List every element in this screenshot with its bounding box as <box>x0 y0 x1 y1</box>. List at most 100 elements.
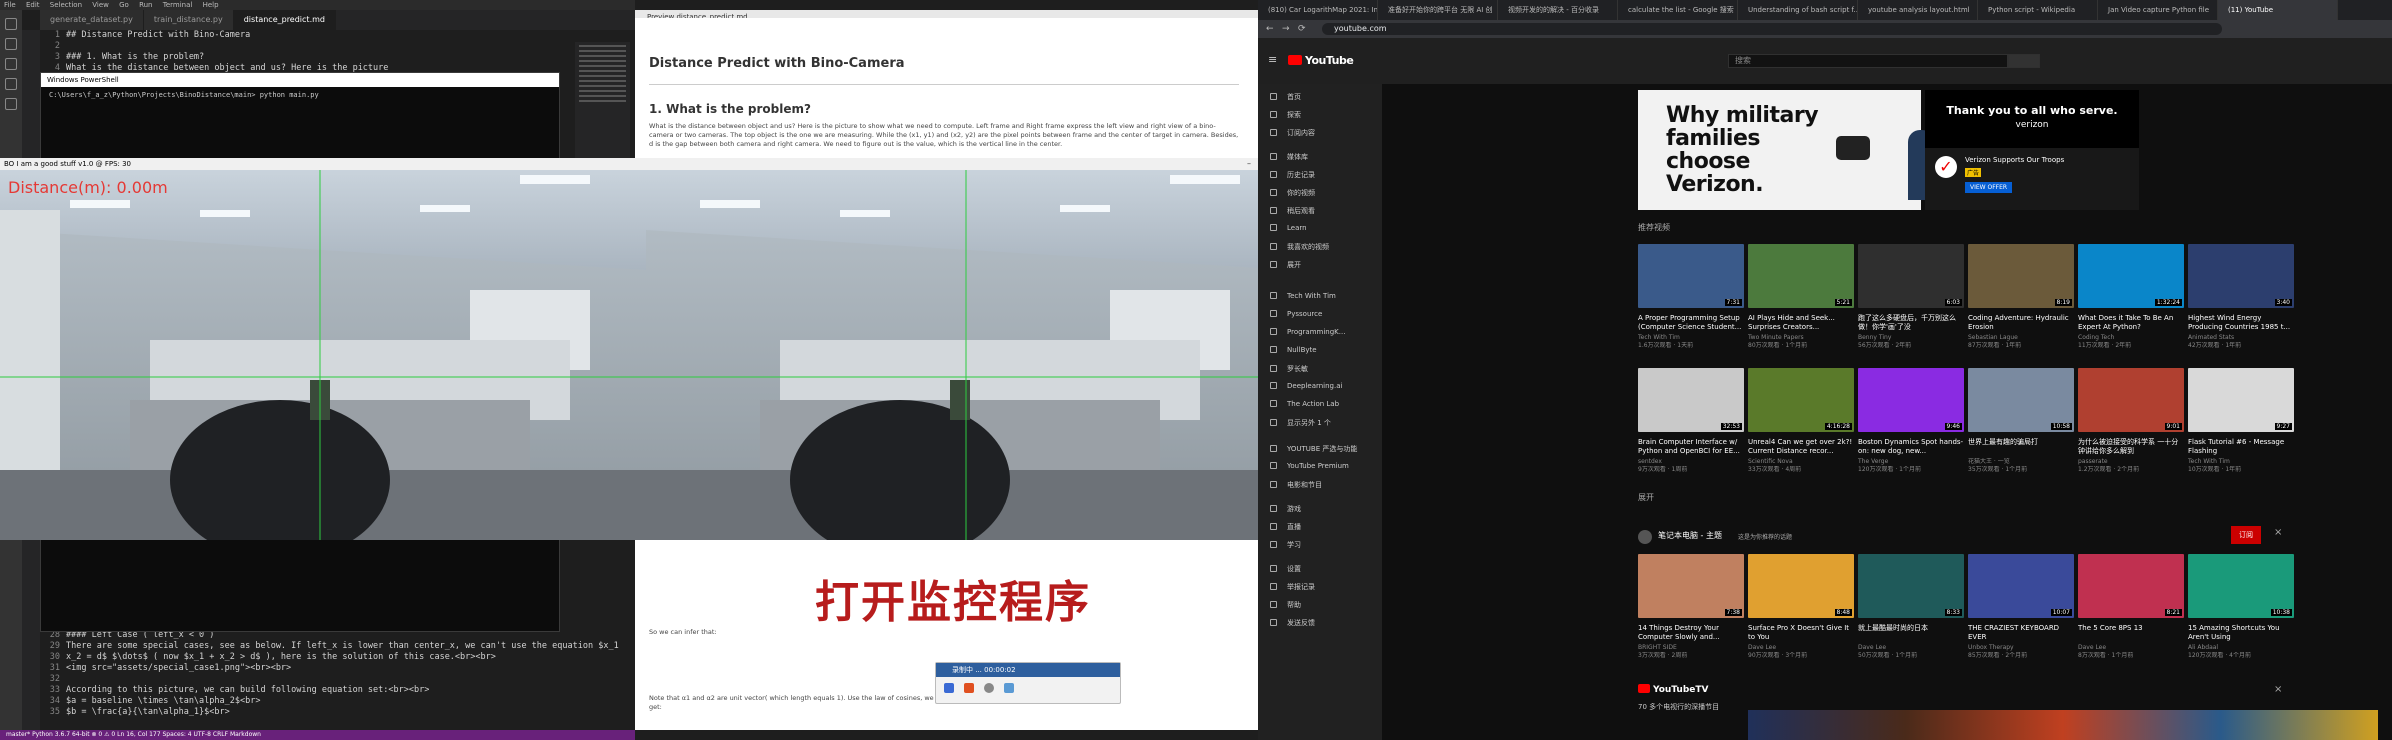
video-channel[interactable]: Dave Lee <box>2078 644 2184 652</box>
video-thumbnail[interactable]: 5:21 <box>1748 244 1854 308</box>
sidebar-item[interactable]: 学习 <box>1270 540 1301 550</box>
video-title[interactable]: 跑了这么多硬盘后，千万别这么做！你学'画'了没 <box>1858 314 1964 332</box>
video-channel[interactable]: 花猫大王 · 一览 <box>1968 458 2074 466</box>
chrome-tab[interactable]: calculate the list - Google 搜索 <box>1618 0 1738 20</box>
video-title[interactable]: Highest Wind Energy Producing Countries … <box>2188 314 2294 332</box>
sidebar-item[interactable]: Pyssource <box>1270 310 1322 318</box>
video-channel[interactable]: Tech With Tim <box>2188 458 2294 466</box>
sidebar-item[interactable]: 设置 <box>1270 564 1301 574</box>
video-channel[interactable]: The Verge <box>1858 458 1964 466</box>
sidebar-item[interactable]: 帮助 <box>1270 600 1301 610</box>
video-thumbnail[interactable]: 1:32:24 <box>2078 244 2184 308</box>
chrome-tab[interactable]: 视频开发的的解决 - 百分收录 <box>1498 0 1618 20</box>
video-title[interactable]: 就上最酷最时尚的日本 <box>1858 624 1964 633</box>
code-line[interactable]: 33 According to this picture, we can buil… <box>40 685 620 696</box>
video-thumbnail[interactable]: 32:53 <box>1638 368 1744 432</box>
show-more-link[interactable]: 展开 <box>1638 492 1654 503</box>
extensions-icon[interactable] <box>5 98 17 110</box>
video-channel[interactable]: Unbox Therapy <box>1968 644 2074 652</box>
code-line[interactable]: 29 There are some special cases, see as b… <box>40 641 620 652</box>
video-title[interactable]: Coding Adventure: Hydraulic Erosion <box>1968 314 2074 332</box>
code-line[interactable]: 32 <box>40 674 620 685</box>
sidebar-item[interactable]: 举报记录 <box>1270 582 1315 592</box>
sidebar-item[interactable]: 你的视频 <box>1270 188 1315 198</box>
code-line[interactable]: 2 <box>40 41 620 52</box>
code-line[interactable]: 30 x_2 = d$ $\dots$ ( now $x_1 + x_2 > d$… <box>40 652 620 663</box>
sidebar-item[interactable]: 游戏 <box>1270 504 1301 514</box>
sidebar-item[interactable]: 直播 <box>1270 522 1301 532</box>
video-title[interactable]: 15 Amazing Shortcuts You Aren't Using <box>2188 624 2294 642</box>
menu-help[interactable]: Help <box>203 1 219 9</box>
dismiss-tv-icon[interactable]: × <box>2274 684 2282 695</box>
tab-distance-predict[interactable]: distance_predict.md <box>233 10 336 30</box>
chrome-tab-youtube[interactable]: (11) YouTube <box>2218 0 2338 20</box>
sidebar-item[interactable]: ProgrammingK... <box>1270 328 1345 336</box>
stop-icon[interactable] <box>964 683 974 693</box>
video-title[interactable]: 为什么被迫接受的科学系 一十分钟讲给你多么解到 <box>2078 438 2184 456</box>
menu-go[interactable]: Go <box>119 1 129 9</box>
address-bar[interactable]: youtube.com <box>1322 23 2222 35</box>
play-icon[interactable] <box>1836 136 1870 160</box>
chrome-tab[interactable]: Python script - Wikipedia <box>1978 0 2098 20</box>
sidebar-item[interactable]: 电影和节目 <box>1270 480 1322 490</box>
code-line[interactable]: 31 <img src="assets/special_case1.png"><b… <box>40 663 620 674</box>
view-offer-button[interactable]: VIEW OFFER <box>1965 182 2013 193</box>
sidebar-item[interactable]: 我喜欢的视频 <box>1270 242 1329 252</box>
video-title[interactable]: A Proper Programming Setup (Computer Sci… <box>1638 314 1744 332</box>
minimize-button[interactable]: – <box>1241 158 1257 170</box>
sidebar-item[interactable]: 订阅内容 <box>1270 128 1315 138</box>
code-line[interactable]: 35 $b = \frac{a}{\tan\alpha_1}$<br> <box>40 707 620 718</box>
sidebar-item[interactable]: 稍后观看 <box>1270 206 1315 216</box>
search-input[interactable]: 搜索 <box>1728 54 2008 68</box>
forward-icon[interactable]: → <box>1282 24 1290 34</box>
pen-icon[interactable] <box>1004 683 1014 693</box>
tab-generate-dataset[interactable]: generate_dataset.py <box>40 10 144 30</box>
menu-run[interactable]: Run <box>139 1 152 9</box>
video-title[interactable]: Boston Dynamics Spot hands-on: new dog, … <box>1858 438 1964 456</box>
reload-icon[interactable]: ⟳ <box>1298 24 1306 34</box>
sidebar-item[interactable]: 显示另外 1 个 <box>1270 418 1331 428</box>
sidebar-item[interactable]: YouTube Premium <box>1270 462 1349 470</box>
video-title[interactable]: 14 Things Destroy Your Computer Slowly a… <box>1638 624 1744 642</box>
minimap[interactable] <box>575 42 630 162</box>
video-thumbnail[interactable]: 10:07 <box>1968 554 2074 618</box>
youtube-logo[interactable]: YouTube <box>1288 54 1354 67</box>
video-thumbnail[interactable]: 8:21 <box>2078 554 2184 618</box>
ad-companion[interactable]: Thank you to all who serve. verizon ✓ Ve… <box>1925 90 2139 210</box>
video-title[interactable]: Flask Tutorial #6 - Message Flashing <box>2188 438 2294 456</box>
sidebar-item[interactable]: 首页 <box>1270 92 1301 102</box>
video-title[interactable]: Surface Pro X Doesn't Give It to You <box>1748 624 1854 642</box>
video-channel[interactable]: Sebastian Lague <box>1968 334 2074 342</box>
sidebar-item[interactable]: 媒体库 <box>1270 152 1308 162</box>
menu-view[interactable]: View <box>92 1 109 9</box>
code-line[interactable]: 34 $a = baseline \times \tan\alpha_2$<br> <box>40 696 620 707</box>
powershell-command[interactable]: C:\Users\f_a_z\Python\Projects\BinoDista… <box>41 87 559 103</box>
tab-train-distance[interactable]: train_distance.py <box>143 10 234 30</box>
chrome-tab[interactable]: youtube analysis layout.html <box>1858 0 1978 20</box>
video-channel[interactable]: BRIGHT SIDE <box>1638 644 1744 652</box>
video-thumbnail[interactable]: 9:46 <box>1858 368 1964 432</box>
video-thumbnail[interactable]: 7:38 <box>1638 554 1744 618</box>
video-channel[interactable]: Coding Tech <box>2078 334 2184 342</box>
menu-icon[interactable]: ≡ <box>1268 53 1277 66</box>
sidebar-item[interactable]: Tech With Tim <box>1270 292 1336 300</box>
code-line[interactable]: 3 ### 1. What is the problem? <box>40 52 620 63</box>
sidebar-item[interactable]: Deeplearning.ai <box>1270 382 1342 390</box>
video-title[interactable]: The 5 Core 8PS 13 <box>2078 624 2184 633</box>
video-channel[interactable]: Two Minute Papers <box>1748 334 1854 342</box>
sidebar-item[interactable]: NullByte <box>1270 346 1317 354</box>
back-icon[interactable]: ← <box>1266 24 1274 34</box>
search-icon[interactable] <box>5 38 17 50</box>
video-thumbnail[interactable]: 7:31 <box>1638 244 1744 308</box>
video-title[interactable]: 世界上最有趣的骗局打 <box>1968 438 2074 447</box>
sidebar-item[interactable]: 发送反馈 <box>1270 618 1315 628</box>
search-button[interactable] <box>2008 54 2040 68</box>
video-channel[interactable]: passerate <box>2078 458 2184 466</box>
video-channel[interactable]: Dave Lee <box>1858 644 1964 652</box>
video-channel[interactable]: Dave Lee <box>1748 644 1854 652</box>
video-channel[interactable]: Scientific Nova <box>1748 458 1854 466</box>
ad-banner[interactable]: Why military families choose Verizon. <box>1638 90 1934 210</box>
sidebar-item[interactable]: 探索 <box>1270 110 1301 120</box>
debug-icon[interactable] <box>5 78 17 90</box>
explorer-icon[interactable] <box>5 18 17 30</box>
